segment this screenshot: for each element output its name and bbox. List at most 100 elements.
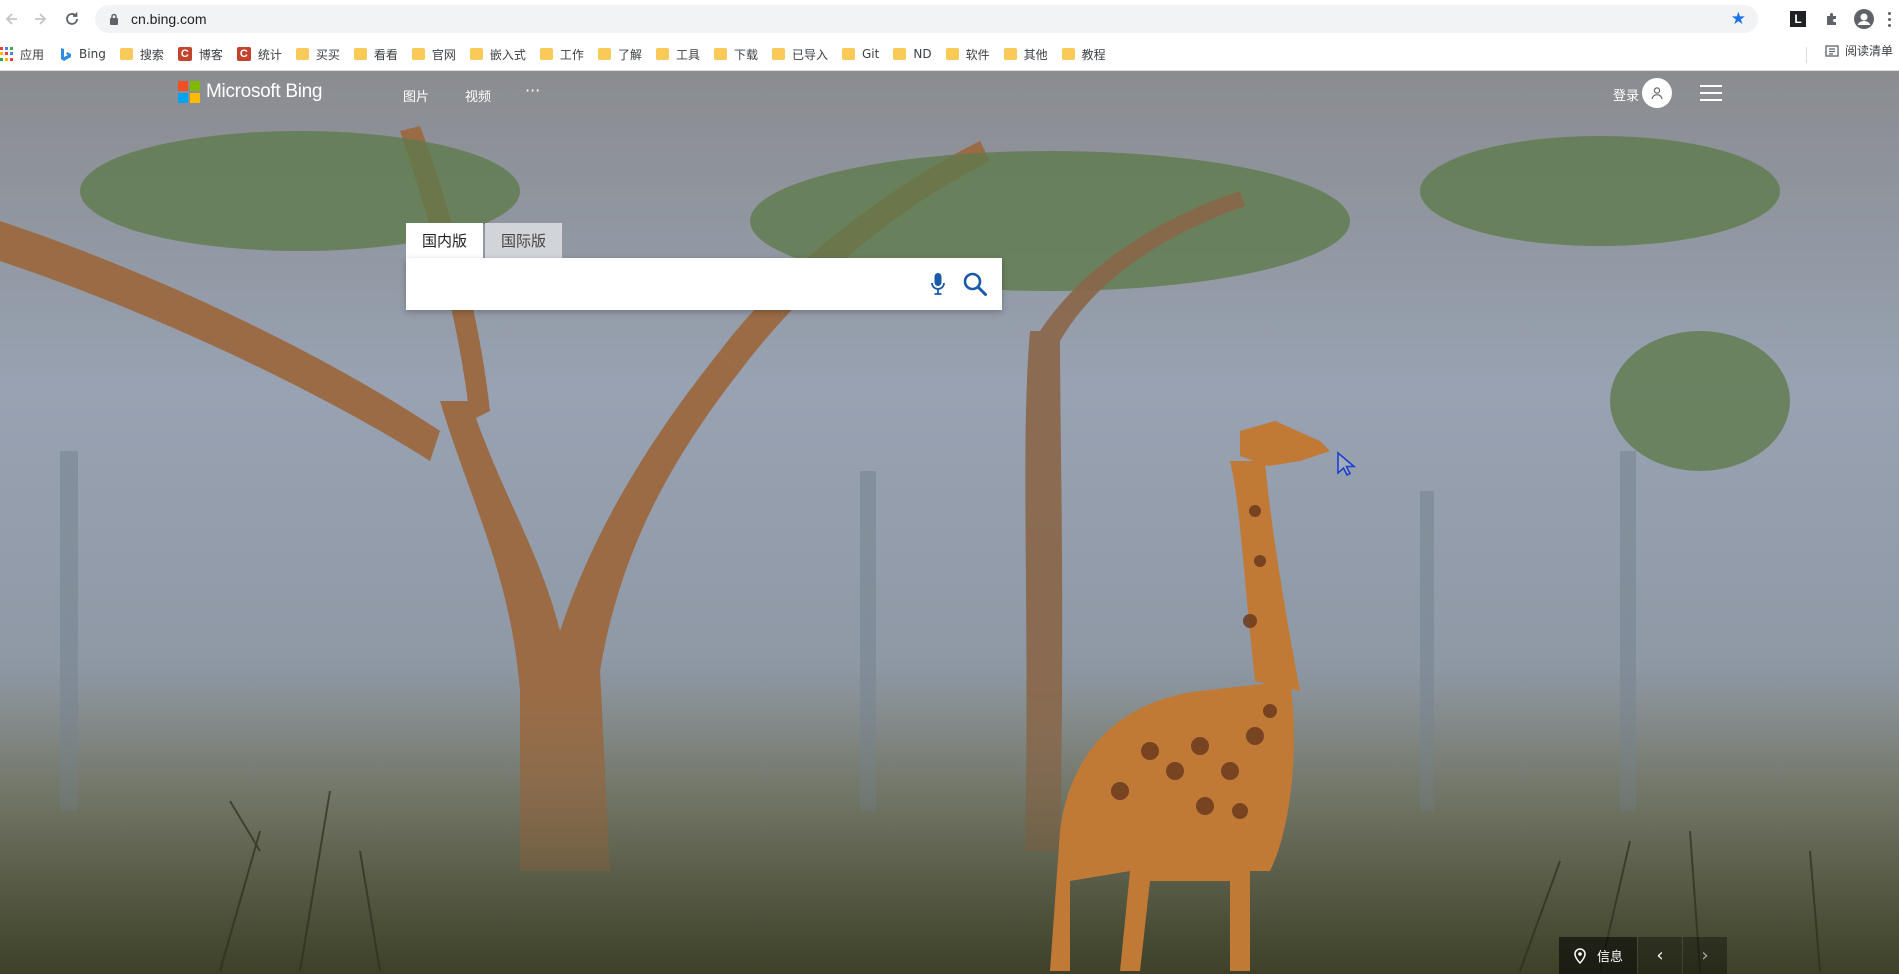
folder-icon (713, 48, 727, 60)
tab-domestic[interactable]: 国内版 (406, 223, 484, 258)
reload-button[interactable] (60, 7, 84, 31)
bookmark-label: 工具 (675, 47, 700, 62)
profile-avatar-icon[interactable] (1854, 9, 1874, 29)
nav-images-link[interactable]: 图片 (403, 86, 429, 105)
bookmark-label: 下载 (733, 47, 758, 62)
search-input[interactable] (422, 268, 902, 300)
tab-international[interactable]: 国际版 (485, 223, 563, 258)
folder-icon (295, 48, 309, 60)
bookmark-label: 工作 (559, 47, 584, 62)
folder-icon (119, 48, 133, 60)
background-image (0, 71, 1899, 974)
folder-icon (945, 48, 959, 60)
bookmark-folder[interactable]: 看看 (346, 42, 404, 66)
folder-icon (353, 48, 367, 60)
folder-icon (469, 48, 483, 60)
folder-icon (771, 48, 785, 60)
bookmark-label: Bing (79, 47, 106, 61)
bookmark-label: ND (913, 47, 932, 61)
next-image-button[interactable]: › (1683, 937, 1727, 974)
bookmark-folder[interactable]: 买买 (288, 42, 346, 66)
toolbar-right: L (1790, 0, 1899, 38)
bookmarks-divider (1806, 47, 1807, 63)
bookmark-label: 嵌入式 (489, 47, 526, 62)
chrome-menu-icon[interactable] (1888, 11, 1891, 27)
bookmark-label: 软件 (965, 47, 990, 62)
info-label: 信息 (1596, 950, 1623, 965)
bookmark-label: 了解 (617, 47, 642, 62)
bookmark-folder[interactable]: Git (834, 42, 885, 66)
microsoft-logo-icon (178, 81, 200, 103)
bing-homepage: Microsoft Bing 图片 视频 ··· 登录 国内版 国际版 信息 ‹… (0, 71, 1899, 974)
bookmark-folder[interactable]: 下载 (706, 42, 764, 66)
user-avatar-icon[interactable] (1642, 78, 1672, 108)
bing-logo[interactable]: Microsoft Bing (178, 81, 322, 103)
bookmark-folder[interactable]: 嵌入式 (462, 42, 532, 66)
reload-icon (66, 12, 78, 25)
microphone-icon[interactable] (930, 272, 946, 296)
bookmark-label: 统计 (257, 47, 282, 62)
nav-videos-link[interactable]: 视频 (465, 86, 491, 105)
url-text[interactable]: cn.bing.com (131, 11, 206, 27)
browser-toolbar: cn.bing.com ★ L (0, 0, 1899, 38)
image-info-bar: 信息 ‹ › (1558, 937, 1727, 974)
previous-image-button[interactable]: ‹ (1638, 937, 1682, 974)
hamburger-menu-icon[interactable] (1700, 85, 1722, 101)
bookmark-folder[interactable]: ND (885, 42, 937, 66)
bookmark-label: 应用 (20, 47, 45, 62)
c-site-icon: C (177, 47, 192, 61)
mouse-cursor-icon (1337, 451, 1357, 477)
forward-button[interactable] (28, 7, 52, 31)
arrow-right-icon (35, 13, 47, 25)
bookmark-c-site[interactable]: C 统计 (229, 42, 288, 66)
bookmark-label: Git (862, 47, 880, 61)
folder-icon (539, 48, 553, 60)
puzzle-extensions-icon[interactable] (1824, 11, 1840, 27)
bing-icon (58, 47, 72, 61)
bookmark-folder[interactable]: 其他 (996, 42, 1054, 66)
bookmark-folder[interactable]: 搜索 (112, 42, 170, 66)
bookmark-label: 教程 (1081, 47, 1106, 62)
lock-icon (107, 12, 121, 26)
region-tabs: 国内版 国际版 (406, 223, 1002, 258)
reading-list-label: 阅读清单 (1844, 44, 1893, 58)
bookmarks-bar: 应用 Bing 搜索 C 博客 C 统计 买买 看看 官网 嵌入式 工作 了解 工具… (0, 38, 1899, 71)
bookmark-c-site[interactable]: C 博客 (170, 42, 229, 66)
bookmark-label: 看看 (373, 47, 398, 62)
arrow-left-icon (5, 13, 17, 25)
c-site-icon: C (236, 47, 251, 61)
bookmark-star-icon[interactable]: ★ (1731, 9, 1746, 29)
bookmark-apps[interactable]: 应用 (0, 42, 50, 66)
nav-more-button[interactable]: ··· (525, 81, 540, 100)
bookmark-bing[interactable]: Bing (50, 42, 112, 66)
bookmark-folder[interactable]: 软件 (938, 42, 996, 66)
search-area: 国内版 国际版 (406, 223, 1002, 310)
search-icon[interactable] (962, 271, 988, 297)
address-bar[interactable]: cn.bing.com ★ (95, 5, 1758, 33)
bookmark-folder[interactable]: 工具 (648, 42, 706, 66)
folder-icon (1003, 48, 1017, 60)
bookmark-folder[interactable]: 已导入 (764, 42, 834, 66)
bookmark-label: 官网 (431, 47, 456, 62)
folder-icon (893, 48, 907, 60)
bookmark-folder[interactable]: 教程 (1054, 42, 1112, 66)
folder-icon (597, 48, 611, 60)
bing-header: Microsoft Bing 图片 视频 ··· 登录 (0, 71, 1899, 121)
apps-grid-icon (0, 47, 13, 61)
location-pin-icon (1574, 947, 1586, 964)
bookmark-folder[interactable]: 了解 (590, 42, 648, 66)
extension-l-icon[interactable]: L (1790, 11, 1806, 27)
reading-list-icon (1825, 44, 1839, 58)
bookmark-folder[interactable]: 工作 (532, 42, 590, 66)
info-button[interactable]: 信息 (1558, 937, 1637, 974)
back-button[interactable] (0, 7, 24, 31)
search-box (406, 258, 1002, 310)
folder-icon (1061, 48, 1075, 60)
login-link[interactable]: 登录 (1613, 85, 1639, 104)
folder-icon (411, 48, 425, 60)
reading-list-button[interactable]: 阅读清单 (1825, 42, 1893, 59)
bookmark-label: 已导入 (791, 47, 828, 62)
bookmark-label: 搜索 (139, 47, 164, 62)
logo-text: Microsoft Bing (206, 81, 323, 102)
bookmark-folder[interactable]: 官网 (404, 42, 462, 66)
